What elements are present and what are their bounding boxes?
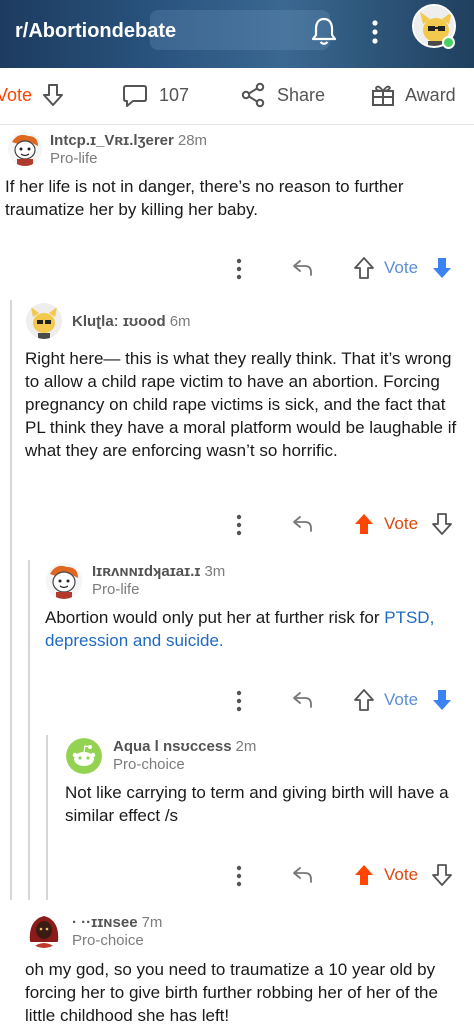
upvote-arrow-icon[interactable] [353, 256, 375, 280]
post-action-bar: Vote 107 Share Award [0, 68, 474, 124]
commenter-avatar[interactable] [66, 738, 102, 774]
divider [0, 124, 474, 125]
commenter-avatar[interactable] [46, 563, 82, 599]
subreddit-title[interactable]: r/Abortiondebate [15, 20, 176, 43]
user-flair: Pro-choice [113, 756, 185, 773]
downvote-arrow-icon[interactable] [40, 82, 66, 108]
more-options-icon[interactable] [230, 864, 248, 888]
gift-icon [372, 85, 394, 106]
downvote-arrow-filled-icon[interactable] [431, 688, 453, 712]
username[interactable]: Aqua l nsʊccess [113, 738, 232, 755]
reply-icon[interactable] [290, 256, 314, 280]
share-button[interactable]: Share [240, 82, 325, 108]
vote-label: Vote [384, 690, 419, 709]
comment-actions: Vote [0, 254, 474, 284]
comment-timestamp: 7m [141, 914, 163, 931]
downvote-arrow-icon[interactable] [431, 863, 453, 887]
username[interactable]: Intcp.ɪ_Vʀɪ.lʒerer [50, 132, 174, 149]
share-icon [241, 82, 265, 108]
downvote-arrow-icon[interactable] [431, 512, 453, 536]
more-options-icon[interactable] [230, 689, 248, 713]
comment-body: If her life is not in danger, there’s no… [5, 177, 404, 219]
commenter-avatar[interactable] [26, 303, 62, 339]
user-flair: Pro-life [92, 581, 140, 598]
more-options-icon[interactable] [230, 513, 248, 537]
award-label: Award [405, 84, 456, 105]
comment-actions: Vote [0, 686, 474, 716]
reply-icon[interactable] [290, 512, 314, 536]
notification-bell-icon[interactable] [310, 16, 338, 46]
username[interactable]: Kluʈlaː ɪʊood [72, 313, 166, 330]
commenter-avatar[interactable] [8, 132, 42, 166]
thread-line-level-2 [28, 560, 30, 900]
comment-body: oh my god, so you need to traumatize a 1… [25, 960, 438, 1025]
comment-author[interactable]: Kluʈlaː ɪʊood 6m [72, 313, 191, 330]
online-status-indicator [442, 36, 455, 49]
comment-author[interactable]: · ··ɪɪɴsee 7m [72, 914, 162, 931]
comment-body: Abortion would only put her at further r… [45, 606, 465, 652]
vote-label: Vote [384, 258, 419, 277]
overflow-menu-icon[interactable] [366, 18, 384, 46]
upvote-arrow-icon[interactable] [353, 688, 375, 712]
vote-label: Vote [384, 865, 419, 884]
post-vote-control[interactable]: Vote [0, 82, 66, 108]
top-app-bar: r/Abortiondebate [0, 0, 474, 68]
comment-count: 107 [159, 84, 190, 105]
comment-body: Right here— this is what they really thi… [25, 349, 457, 460]
comment-timestamp: 2m [235, 738, 257, 755]
comment-timestamp: 3m [204, 563, 226, 580]
commenter-avatar[interactable] [26, 912, 62, 948]
thread-line-level-1 [10, 300, 12, 900]
vote-label: Vote [384, 514, 419, 533]
comment-author[interactable]: Aqua l nsʊccess 2m [113, 738, 256, 755]
upvote-arrow-filled-icon[interactable] [353, 863, 375, 887]
comment-author[interactable]: Intcp.ɪ_Vʀɪ.lʒerer 28m [50, 132, 207, 149]
comment-text: Abortion would only put her at further r… [45, 608, 385, 627]
comment-actions: Vote [0, 510, 474, 540]
comment-author[interactable]: Iɪʀʌɴɴɪdʞaɪaɪ.ɪ 3m [92, 563, 225, 580]
user-flair: Pro-life [50, 150, 98, 167]
comments-button[interactable]: 107 [122, 82, 189, 108]
comment-timestamp: 28m [177, 132, 208, 149]
comment-timestamp: 6m [169, 313, 191, 330]
reply-icon[interactable] [290, 688, 314, 712]
comment-body: Not like carrying to term and giving bir… [65, 783, 449, 825]
username[interactable]: · ··ɪɪɴsee [72, 914, 138, 931]
reply-icon[interactable] [290, 863, 314, 887]
post-vote-label: Vote [0, 84, 33, 105]
downvote-arrow-filled-icon[interactable] [431, 256, 453, 280]
share-label: Share [277, 84, 326, 105]
upvote-arrow-filled-icon[interactable] [353, 512, 375, 536]
user-flair: Pro-choice [72, 932, 144, 949]
comment-bubble-icon [123, 85, 147, 107]
more-options-icon[interactable] [230, 257, 248, 281]
award-button[interactable]: Award [370, 82, 456, 108]
username[interactable]: Iɪʀʌɴɴɪdʞaɪaɪ.ɪ [92, 563, 200, 580]
comment-actions: Vote [0, 861, 474, 891]
